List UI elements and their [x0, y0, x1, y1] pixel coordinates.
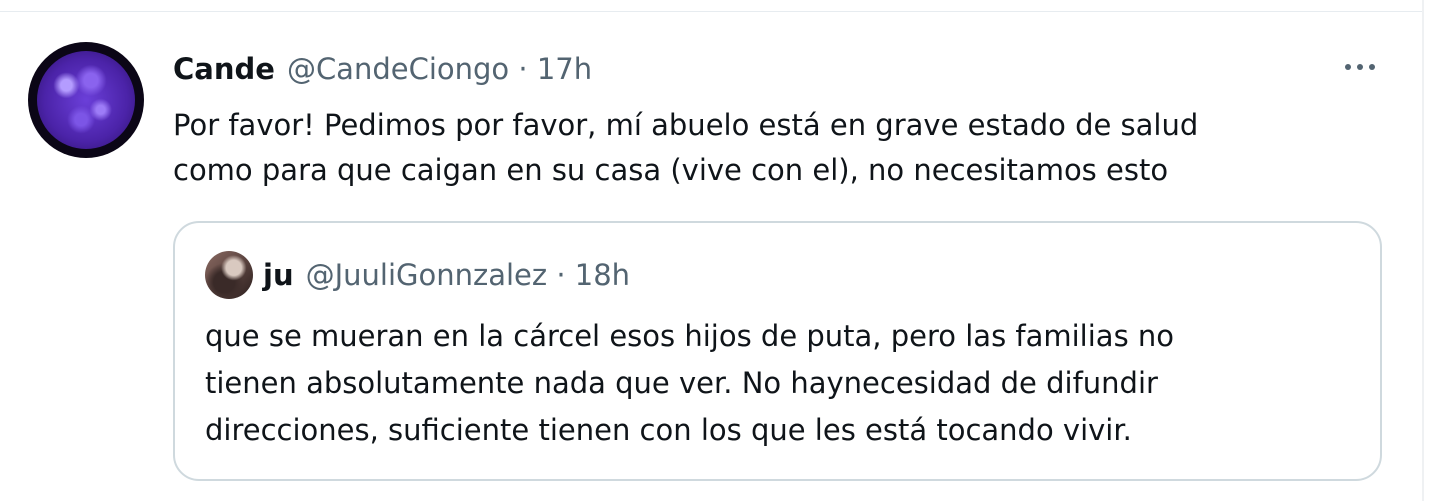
quoted-text-line: tienen absolutamente nada que ver. No ha…: [205, 366, 1158, 400]
quoted-author-handle-and-time: @JuuliGonnzalez · 18h: [305, 258, 631, 292]
quoted-author-avatar: [205, 251, 253, 299]
quoted-text-line: que se mueran en la cárcel esos hijos de…: [205, 319, 1175, 353]
timeline-border: [1422, 0, 1424, 501]
quoted-text-line: direcciones, suficiente tienen con los q…: [205, 413, 1132, 447]
dot: [1369, 64, 1375, 70]
tweet-text-line: Por favor! Pedimos por favor, mí abuelo …: [173, 108, 1199, 142]
quoted-tweet-card[interactable]: ju @JuuliGonnzalez · 18h que se mueran e…: [173, 221, 1382, 481]
tweet-header: Cande @CandeCiongo · 17h: [173, 49, 592, 89]
author-avatar[interactable]: [28, 42, 144, 158]
avatar-image: [37, 51, 135, 149]
tweet-screenshot: Cande @CandeCiongo · 17h Por favor! Pedi…: [0, 0, 1440, 501]
quoted-author-display-name: ju: [263, 258, 294, 292]
author-display-name[interactable]: Cande: [173, 52, 275, 86]
quoted-tweet-header: ju @JuuliGonnzalez · 18h: [263, 255, 630, 295]
tweet-text: Por favor! Pedimos por favor, mí abuelo …: [173, 103, 1353, 193]
top-divider: [0, 0, 1424, 12]
tweet-text-line: como para que caigan en su casa (vive co…: [173, 153, 1169, 187]
author-handle-and-time[interactable]: @CandeCiongo · 17h: [287, 52, 592, 86]
more-horizontal-icon[interactable]: [1340, 54, 1380, 80]
dot: [1357, 64, 1363, 70]
quoted-tweet-text: que se mueran en la cárcel esos hijos de…: [205, 313, 1365, 454]
dot: [1345, 64, 1351, 70]
